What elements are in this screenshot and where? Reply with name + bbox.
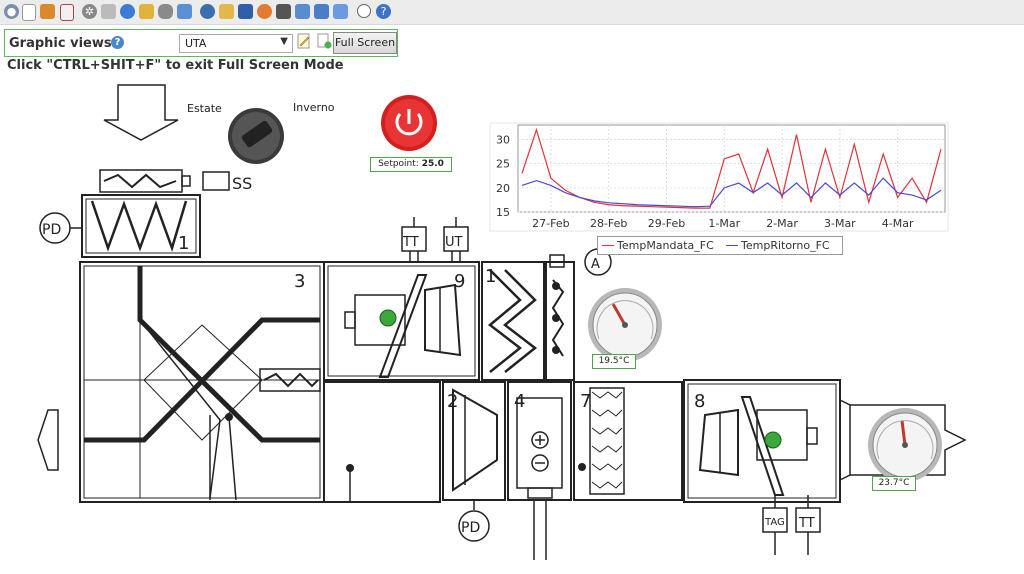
section-number-4: 4 bbox=[514, 391, 525, 412]
power-button[interactable] bbox=[381, 95, 437, 151]
label-ut: UT bbox=[445, 235, 463, 250]
chart-xtick-label: 3-Mar bbox=[824, 217, 856, 230]
temperature-gauge-1 bbox=[588, 288, 662, 362]
ahu-schematic: SS PD TT UT A PD TAG TT 1 3 9 1 2 4 7 8 bbox=[37, 84, 967, 560]
setpoint-display: Setpoint: 25.0 bbox=[370, 157, 452, 172]
chart-ytick-label: 15 bbox=[496, 206, 510, 219]
chart-legend: TempMandata_FC TempRitorno_FC bbox=[597, 236, 843, 255]
legend-series-2: TempRitorno_FC bbox=[741, 239, 830, 252]
chart-ytick-label: 25 bbox=[496, 158, 510, 171]
label-tt: TT bbox=[402, 235, 419, 250]
setpoint-label: Setpoint: bbox=[378, 159, 419, 169]
section-number-1a: 1 bbox=[178, 233, 189, 254]
fan-9-status-indicator bbox=[379, 309, 397, 327]
gauge-1-readout: 19.5°C bbox=[592, 354, 636, 369]
label-tt-2: TT bbox=[798, 516, 815, 531]
season-summer-label: Estate bbox=[187, 102, 222, 115]
section-number-9: 9 bbox=[454, 271, 465, 292]
fan-8-status-indicator bbox=[764, 431, 782, 449]
chart-xtick-label: 2-Mar bbox=[766, 217, 798, 230]
chart-xtick-label: 4-Mar bbox=[882, 217, 914, 230]
label-pd-2: PD bbox=[461, 520, 480, 536]
label-pd-1: PD bbox=[42, 222, 61, 238]
chart-xtick-label: 28-Feb bbox=[590, 217, 627, 230]
chart-xtick-label: 29-Feb bbox=[648, 217, 685, 230]
chart-ytick-label: 30 bbox=[496, 134, 510, 147]
section-number-2: 2 bbox=[447, 391, 458, 412]
supply-air-arrow bbox=[103, 84, 179, 141]
section-number-3: 3 bbox=[294, 271, 305, 292]
legend-line-red bbox=[602, 245, 614, 246]
label-a: A bbox=[591, 257, 600, 272]
temperature-gauge-2 bbox=[868, 408, 942, 482]
label-tag: TAG bbox=[764, 517, 785, 528]
chart-ytick-label: 20 bbox=[496, 182, 510, 195]
section-number-8: 8 bbox=[694, 391, 705, 412]
gauge-2-readout: 23.7°C bbox=[872, 476, 916, 491]
temperature-trend-chart: 15 20 25 30 27-Feb 28-Feb 29-Feb 1-Mar 2-Mar 3-M… bbox=[489, 122, 949, 232]
section-number-1b: 1 bbox=[485, 266, 496, 287]
season-winter-label: Inverno bbox=[293, 101, 335, 114]
exhaust-air-arrow bbox=[37, 409, 59, 471]
season-selector-knob[interactable] bbox=[228, 108, 284, 164]
legend-line-blue bbox=[726, 245, 738, 246]
chart-xtick-label: 27-Feb bbox=[532, 217, 569, 230]
section-number-7: 7 bbox=[580, 391, 591, 412]
setpoint-value: 25.0 bbox=[421, 159, 444, 169]
label-ss: SS bbox=[232, 174, 252, 193]
chart-xtick-label: 1-Mar bbox=[708, 217, 740, 230]
legend-series-1: TempMandata_FC bbox=[617, 239, 714, 252]
